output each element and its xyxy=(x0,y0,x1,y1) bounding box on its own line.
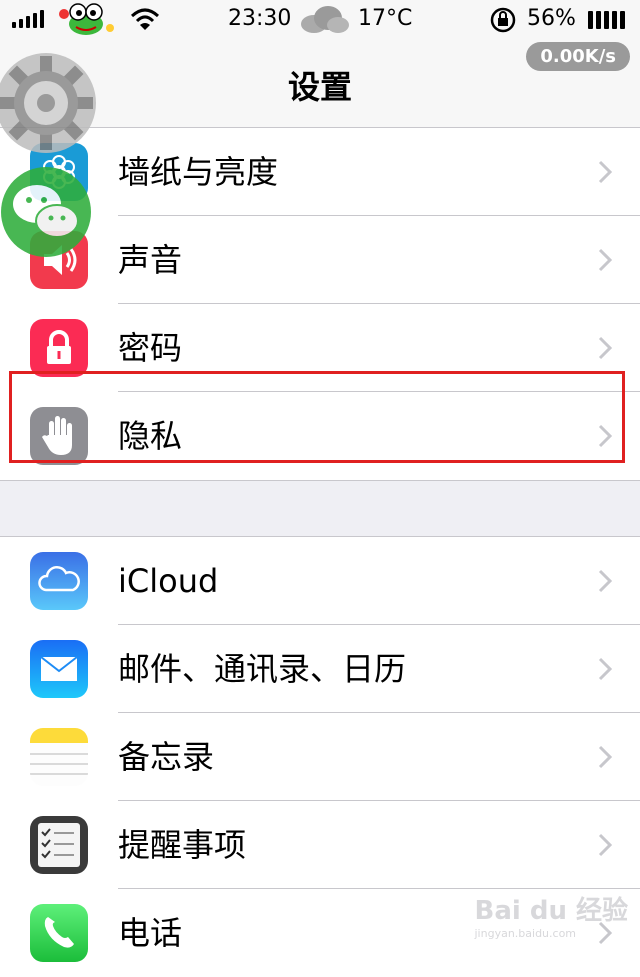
chevron-right-icon xyxy=(598,657,612,681)
settings-row-label: 墙纸与亮度 xyxy=(118,153,279,191)
settings-row-label: 电话 xyxy=(118,914,183,952)
wifi-icon xyxy=(130,8,160,30)
hand-icon xyxy=(30,407,88,465)
settings-row-label: 密码 xyxy=(118,329,183,367)
floating-settings-gear-icon[interactable] xyxy=(0,48,98,158)
settings-group-display-security: 墙纸与亮度 声音 密码 隐私 xyxy=(0,128,640,481)
settings-row-mail-contacts-calendars[interactable]: 邮件、通讯录、日历 xyxy=(0,625,640,713)
chevron-right-icon xyxy=(598,160,612,184)
status-time: 23:30 xyxy=(228,6,292,31)
settings-row-label: 邮件、通讯录、日历 xyxy=(118,650,407,688)
frog-mascot-icon xyxy=(59,3,114,35)
reminders-icon xyxy=(30,816,88,874)
floating-wechat-icon[interactable] xyxy=(0,166,92,258)
settings-row-privacy[interactable]: 隐私 xyxy=(0,392,640,480)
chevron-right-icon xyxy=(598,745,612,769)
chevron-right-icon xyxy=(598,336,612,360)
chevron-right-icon xyxy=(598,833,612,857)
notes-icon xyxy=(30,728,88,786)
settings-row-notes[interactable]: 备忘录 xyxy=(0,713,640,801)
settings-row-passcode[interactable]: 密码 xyxy=(0,304,640,392)
settings-row-label: 声音 xyxy=(118,241,183,279)
settings-row-reminders[interactable]: 提醒事项 xyxy=(0,801,640,889)
settings-row-label: 提醒事项 xyxy=(118,826,247,864)
baidu-watermark: Bai du 经验 jingyan.baidu.com xyxy=(474,896,629,940)
status-temperature: 17°C xyxy=(358,6,413,31)
phone-icon xyxy=(30,904,88,962)
chevron-right-icon xyxy=(598,424,612,448)
settings-row-label: iCloud xyxy=(118,562,219,600)
weather-cloud-icon xyxy=(301,6,349,33)
mail-icon xyxy=(30,640,88,698)
chevron-right-icon xyxy=(598,569,612,593)
chevron-right-icon xyxy=(598,248,612,272)
battery-percent: 56% xyxy=(527,6,576,31)
signal-strength-icon xyxy=(12,10,44,28)
settings-row-label: 备忘录 xyxy=(118,738,215,776)
status-bar: 23:30 17°C 56% xyxy=(0,0,640,40)
settings-row-icloud[interactable]: iCloud xyxy=(0,537,640,625)
network-speed-badge: 0.00K/s xyxy=(526,42,630,71)
lock-icon xyxy=(30,319,88,377)
battery-icon xyxy=(588,11,625,29)
settings-row-label: 隐私 xyxy=(118,417,183,455)
cloud-icon xyxy=(30,552,88,610)
settings-row-sound[interactable]: 声音 xyxy=(0,216,640,304)
rotation-lock-icon xyxy=(490,7,516,33)
